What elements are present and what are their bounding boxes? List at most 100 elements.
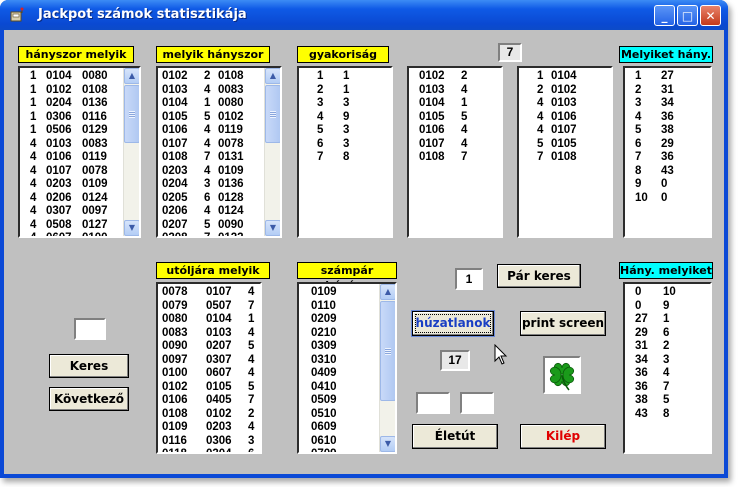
list-item[interactable]: 2 31: [625, 84, 710, 98]
list-hany-melyiket[interactable]: 0 10 0 9 27 1 29 6 31 2 34 3 36 4 36 7 38 5 43 8: [623, 282, 712, 454]
list-item[interactable]: 1 0204 0136: [20, 97, 139, 111]
list-sorted-by-count[interactable]: 1 0104 2 0102 4 0103 4 0106 4 0107 5 0105 7 0108: [517, 66, 613, 238]
input-field-right[interactable]: [460, 392, 494, 414]
list-item[interactable]: 11: [299, 70, 391, 84]
scroll-down-icon[interactable]: ▼: [124, 220, 139, 236]
list-item[interactable]: 2 0102: [519, 84, 611, 98]
scroll-up-icon[interactable]: ▲: [124, 68, 139, 84]
list-item[interactable]: 0108 7 0131: [158, 151, 280, 165]
scroll-down-icon[interactable]: ▼: [265, 220, 280, 236]
list-item[interactable]: 5 38: [625, 124, 710, 138]
list-item[interactable]: 21: [299, 84, 391, 98]
list-item[interactable]: 3 34: [625, 97, 710, 111]
list-item[interactable]: 0104 1: [409, 97, 501, 111]
title-bar[interactable]: Jackpot számok statisztikája _ □ ✕: [0, 0, 728, 30]
pair-number-input[interactable]: 1: [455, 268, 483, 290]
list-item[interactable]: 4 0106: [519, 111, 611, 125]
list-item[interactable]: 7 0108: [519, 151, 611, 165]
list-item[interactable]: 53: [299, 124, 391, 138]
list-item[interactable]: 0203 4 0109: [158, 165, 280, 179]
list-item[interactable]: 0106 4: [409, 124, 501, 138]
list-item[interactable]: 0102 0105 5: [158, 381, 260, 395]
list-item[interactable]: 0103 4: [409, 84, 501, 98]
list-item[interactable]: 4 0206 0124: [20, 192, 139, 206]
list-item[interactable]: 1 0306 0116: [20, 111, 139, 125]
list-item[interactable]: 1 0506 0129: [20, 124, 139, 138]
list-sorted-by-number[interactable]: 0102 2 0103 4 0104 1 0105 5 0106 4 0107 4 0108 7: [407, 66, 503, 238]
list-item[interactable]: 0107 4: [409, 138, 501, 152]
list-item[interactable]: 0106 4 0119: [158, 124, 280, 138]
kovetkezo-button[interactable]: Következő: [49, 387, 129, 411]
search-input[interactable]: [74, 318, 106, 340]
list-item[interactable]: 1 27: [625, 70, 710, 84]
list-item[interactable]: 1 0104: [519, 70, 611, 84]
scroll-up-icon[interactable]: ▲: [265, 68, 280, 84]
list-item[interactable]: 78: [299, 151, 391, 165]
huzatlanok-button[interactable]: húzatlanok: [412, 311, 494, 336]
list-item[interactable]: 0078 0107 4: [158, 286, 260, 300]
list-item[interactable]: 4 0307 0097: [20, 205, 139, 219]
list-item[interactable]: 33: [299, 97, 391, 111]
list-item[interactable]: 27 1: [625, 313, 710, 327]
scrollbar[interactable]: ▲ ▼: [123, 68, 139, 236]
list-item[interactable]: 90: [625, 178, 710, 192]
list-item[interactable]: 49: [299, 111, 391, 125]
list-item[interactable]: 4 0203 0109: [20, 178, 139, 192]
list-item[interactable]: 4 0508 0127: [20, 219, 139, 233]
list-item[interactable]: 0079 0507 7: [158, 300, 260, 314]
list-item[interactable]: 10 0: [625, 192, 710, 206]
list-hanyszor-melyik[interactable]: 1 0104 0080 1 0102 0108 1 0204 0136 1 0306 0116 1 050…: [18, 66, 141, 238]
list-item[interactable]: 0205 6 0128: [158, 192, 280, 206]
list-item[interactable]: 8 43: [625, 165, 710, 179]
par-keres-button[interactable]: Pár keres: [497, 264, 581, 288]
list-item[interactable]: 7 36: [625, 151, 710, 165]
list-item[interactable]: 4 0106 0119: [20, 151, 139, 165]
list-item[interactable]: 09: [625, 300, 710, 314]
list-item[interactable]: 0102 2: [409, 70, 501, 84]
list-item[interactable]: 4 0103: [519, 97, 611, 111]
list-item[interactable]: 0104 1 0080: [158, 97, 280, 111]
scrollbar[interactable]: ▲ ▼: [379, 284, 395, 452]
list-item[interactable]: 31 2: [625, 340, 710, 354]
print-screen-button[interactable]: print screen: [520, 311, 606, 336]
input-field-left[interactable]: [416, 392, 450, 414]
list-item[interactable]: 0108 7: [409, 151, 501, 165]
list-item[interactable]: 0107 4 0078: [158, 138, 280, 152]
list-item[interactable]: 1 0102 0108: [20, 84, 139, 98]
list-item[interactable]: 0204 3 0136: [158, 178, 280, 192]
list-item[interactable]: 0097 0307 4: [158, 354, 260, 368]
keres-button[interactable]: Keres: [49, 354, 129, 378]
close-button[interactable]: ✕: [700, 5, 721, 26]
scroll-down-icon[interactable]: ▼: [380, 436, 395, 452]
list-item[interactable]: 63: [299, 138, 391, 152]
list-item[interactable]: 4 0107 0078: [20, 165, 139, 179]
list-item[interactable]: 34 3: [625, 354, 710, 368]
list-item[interactable]: 0103 4 0083: [158, 84, 280, 98]
list-item[interactable]: 4 0607 0100: [20, 232, 139, 236]
list-item[interactable]: 0080 0104 1: [158, 313, 260, 327]
list-item[interactable]: 0083 0103 4: [158, 327, 260, 341]
list-item[interactable]: 1 0104 0080: [20, 70, 139, 84]
list-item[interactable]: 0106 0405 7: [158, 394, 260, 408]
list-item[interactable]: 0207 5 0090: [158, 219, 280, 233]
list-item[interactable]: 0208 7 0122: [158, 232, 280, 236]
list-item[interactable]: 29 6: [625, 327, 710, 341]
list-item[interactable]: 0105 5 0102: [158, 111, 280, 125]
maximize-button[interactable]: □: [677, 5, 698, 26]
list-item[interactable]: 4 36: [625, 111, 710, 125]
scroll-up-icon[interactable]: ▲: [380, 284, 395, 300]
list-item[interactable]: 4 0107: [519, 124, 611, 138]
list-item[interactable]: 43 8: [625, 408, 710, 422]
list-item[interactable]: 0102 2 0108: [158, 70, 280, 84]
list-item[interactable]: 0100 0607 4: [158, 367, 260, 381]
list-melyiket-hany[interactable]: 1 27 2 31 3 34 4 36 5 38 6 29 7 36 8 43 9 0 10 0: [623, 66, 712, 238]
list-gyakorisag[interactable]: 11213349536378: [297, 66, 393, 238]
list-melyik-hanyszor[interactable]: 0102 2 0108 0103 4 0083 0104 1 0080 0105 5 0102 0106…: [156, 66, 282, 238]
scroll-thumb[interactable]: [124, 85, 139, 143]
list-item[interactable]: 36 7: [625, 381, 710, 395]
list-szampar-huzasa[interactable]: 0109 0110 0209 0210 0309 0310 0409 0410 0509 0510…: [297, 282, 397, 454]
list-item[interactable]: 6 29: [625, 138, 710, 152]
minimize-button[interactable]: _: [654, 5, 675, 26]
scroll-thumb[interactable]: [265, 85, 280, 143]
list-utoljara-melyik[interactable]: 0078 0107 4 0079 0507 7 0080 0104 1 0083 0103 4 0090…: [156, 282, 262, 454]
